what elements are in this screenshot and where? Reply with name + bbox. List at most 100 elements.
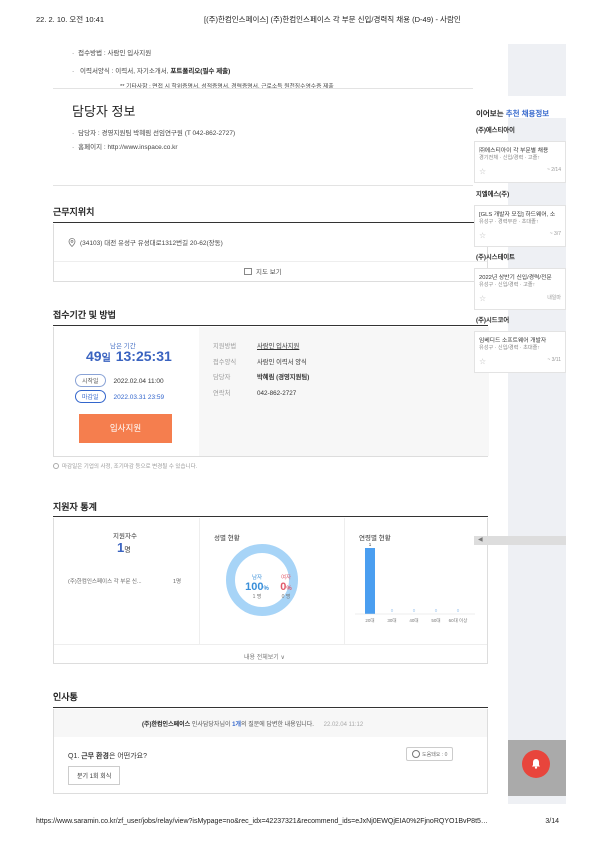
female-stat: 여자 0% 0 명 <box>276 573 296 600</box>
recommend-meta: 유성구 · 신입/경력 · 고졸↑ <box>479 282 536 288</box>
detail-value: 사람인 이력서 양식 <box>257 358 307 366</box>
portfolio-required: 포트폴리오(필수 제출) <box>170 68 231 75</box>
divider <box>199 518 200 644</box>
recommend-card[interactable]: (주)시스테이트 2022년 상반기 신입/경력/전문 유성구 · 신입/경력 … <box>474 249 566 311</box>
question: Q1. 근무 환경은 어떤가요? <box>68 751 147 761</box>
male-pct-wrap: 100% <box>245 581 269 593</box>
detail-row: 접수양식 사람인 이력서 양식 <box>213 355 309 371</box>
stats-more-label: 내용 전체보기 <box>244 655 279 661</box>
contact-homepage[interactable]: 홈페이지 : http://www.inspace.co.kr <box>72 141 235 151</box>
recommend-meta: 유성구 · 경력무관 · 초대졸↑ <box>479 219 539 225</box>
age-bar-value: 0 <box>457 608 460 613</box>
divider <box>53 185 473 186</box>
divider <box>54 644 487 645</box>
apply-method-line: 접수방법 : 사람인 입사지원 <box>72 47 334 57</box>
remaining-days: 49 <box>86 348 102 364</box>
female-pct-unit: % <box>286 586 292 592</box>
notification-button[interactable] <box>522 750 550 778</box>
recommend-footer: ☆ ~ 2/14 <box>479 167 561 176</box>
helpful-button[interactable]: 도움돼요 : 0 <box>406 747 454 761</box>
recommend-company: (주)시드코어 <box>476 317 510 324</box>
divider <box>54 261 487 262</box>
address-text: (34103) 대전 유성구 유성대로1312번길 20-62(장동) <box>80 240 223 247</box>
age-bar-value: 0 <box>413 608 416 613</box>
heading-underline <box>53 707 488 708</box>
age-bar <box>365 548 375 614</box>
period-notice-text: 마감일은 기업의 사정, 조기마감 등으로 변경될 수 있습니다. <box>62 464 198 470</box>
location-heading: 근무지위치 <box>53 207 95 217</box>
print-url: https://www.saramin.co.kr/zf_user/jobs/r… <box>36 818 488 825</box>
detail-value-link[interactable]: 사람인 입사지원 <box>257 343 299 350</box>
apply-button[interactable]: 입사지원 <box>79 414 172 443</box>
recommend-title: [GLS 개발자 모집] 하드웨어, 소 <box>479 212 556 218</box>
print-page-number: 3/14 <box>545 818 559 825</box>
recommend-footer: ☆ ~ 3/7 <box>479 231 561 240</box>
male-pct: 100 <box>245 581 264 593</box>
talk-notice-mid: 인사담당자님이 <box>190 722 233 728</box>
stats-heading: 지원자 통계 <box>53 502 97 512</box>
male-stat: 남자 100% 1 명 <box>245 573 269 600</box>
question-rest: 은 어떤가요? <box>108 753 147 760</box>
recommend-inner: [GLS 개발자 모집] 하드웨어, 소 유성구 · 경력무관 · 초대졸↑ ☆… <box>474 205 566 247</box>
talk-notice: (주)한컴인스페이스 인사담당자님이 1개의 질문에 답변한 내용입니다. 22… <box>142 719 363 728</box>
age-chart: 1 20대 0 30대 0 40대 0 50대 0 60대 이상 <box>355 542 475 624</box>
print-footer: https://www.saramin.co.kr/zf_user/jobs/r… <box>36 818 559 825</box>
female-pct-wrap: 0% <box>276 581 296 593</box>
heading-underline <box>53 325 488 326</box>
resume-format-line: 이력서양식 : 이력서, 자기소개서, 포트폴리오(필수 제출) <box>72 65 334 75</box>
divider <box>344 518 345 644</box>
helpful-label: 도움돼요 : 0 <box>422 752 448 758</box>
recommend-inner: ㈜에스티아이 각 부문별 채용 경기전체 · 신입/경력 · 고졸↑ ☆ ~ 2/… <box>474 141 566 183</box>
start-date-tag: 시작일 <box>75 374 106 387</box>
recommend-date: 내일마 <box>547 295 561 301</box>
question-prefix: Q1. <box>68 753 82 760</box>
period-details: 지원방법 사람인 입사지원 접수양식 사람인 이력서 양식 담당자 박혜림 (경영지원… <box>213 339 309 401</box>
detail-row: 지원방법 사람인 입사지원 <box>213 339 309 355</box>
pin-icon <box>68 238 76 248</box>
gender-heading: 성별 현황 <box>214 535 240 542</box>
detail-label: 접수양식 <box>213 358 237 366</box>
detail-label: 담당자 <box>213 374 231 381</box>
recommend-meta: 유성구 · 신입/경력 · 초대졸↑ <box>479 345 540 351</box>
star-icon[interactable]: ☆ <box>479 294 486 303</box>
print-title: [(주)한컴인스페이스] (주)한컴인스페이스 각 부문 신입/경력직 채용 (… <box>204 15 461 24</box>
map-view-label: 지도 보기 <box>256 269 282 276</box>
applicants-unit: 명 <box>124 547 131 554</box>
info-icon <box>53 463 59 469</box>
recommend-title: 임베디드 소프트웨어 개발자 <box>479 338 547 344</box>
sidebar-heading-accent: 추천 채용정보 <box>505 109 550 118</box>
age-tick-label: 20대 <box>365 617 374 624</box>
applicants-count: 1명 <box>117 540 131 555</box>
star-icon[interactable]: ☆ <box>479 231 486 240</box>
answer-tag[interactable]: 분기 1회 회식 <box>68 766 121 785</box>
recommend-card[interactable]: (주)시드코어 임베디드 소프트웨어 개발자 유성구 · 신입/경력 · 초대졸… <box>474 312 566 374</box>
horizontal-scrollbar[interactable]: ◀ <box>474 536 566 545</box>
job-row-name: (주)한컴인스페이스 각 부문 신... <box>68 579 142 585</box>
talk-notice-end: 의 질문에 답변한 내용입니다. <box>241 722 314 728</box>
map-view-button[interactable]: 지도 보기 <box>244 266 282 276</box>
smile-icon <box>412 750 420 758</box>
period-heading: 접수기간 및 방법 <box>53 310 116 320</box>
heading-underline <box>53 516 488 517</box>
detail-row: 담당자 박혜림 (경영지원팀) <box>213 370 309 386</box>
stats-more-button[interactable]: 내용 전체보기 ∨ <box>244 652 285 661</box>
map-icon <box>244 268 252 275</box>
recommend-company: (주)에스티아이 <box>476 127 515 134</box>
female-label: 여자 <box>280 575 292 581</box>
age-bar-value: 1 <box>369 542 372 547</box>
recommend-company: 지엘에스(주) <box>476 191 510 198</box>
talk-company: (주)한컴인스페이스 <box>142 722 191 728</box>
recommend-card[interactable]: (주)에스티아이 ㈜에스티아이 각 부문별 채용 경기전체 · 신입/경력 · … <box>474 122 566 184</box>
detail-value: 박혜림 (경영지원팀) <box>257 374 310 381</box>
recommend-card[interactable]: 지엘에스(주) [GLS 개발자 모집] 하드웨어, 소 유성구 · 경력무관 … <box>474 186 566 248</box>
star-icon[interactable]: ☆ <box>479 167 486 176</box>
male-label: 남자 <box>251 575 263 581</box>
star-icon[interactable]: ☆ <box>479 357 486 366</box>
period-notice: 마감일은 기업의 사정, 조기마감 등으로 변경될 수 있습니다. <box>53 462 197 470</box>
contact-person: 담당자 : 경영지원팀 박혜림 선임연구원 (T 042-862-2727) <box>72 127 235 137</box>
talk-date: 22.02.04 11:12 <box>323 722 364 728</box>
recommend-title: 2022년 상반기 신입/경력/전문 <box>479 275 552 281</box>
age-bar-value: 0 <box>391 608 394 613</box>
age-bar-value: 0 <box>435 608 438 613</box>
remaining-day-unit: 일 <box>101 353 111 364</box>
